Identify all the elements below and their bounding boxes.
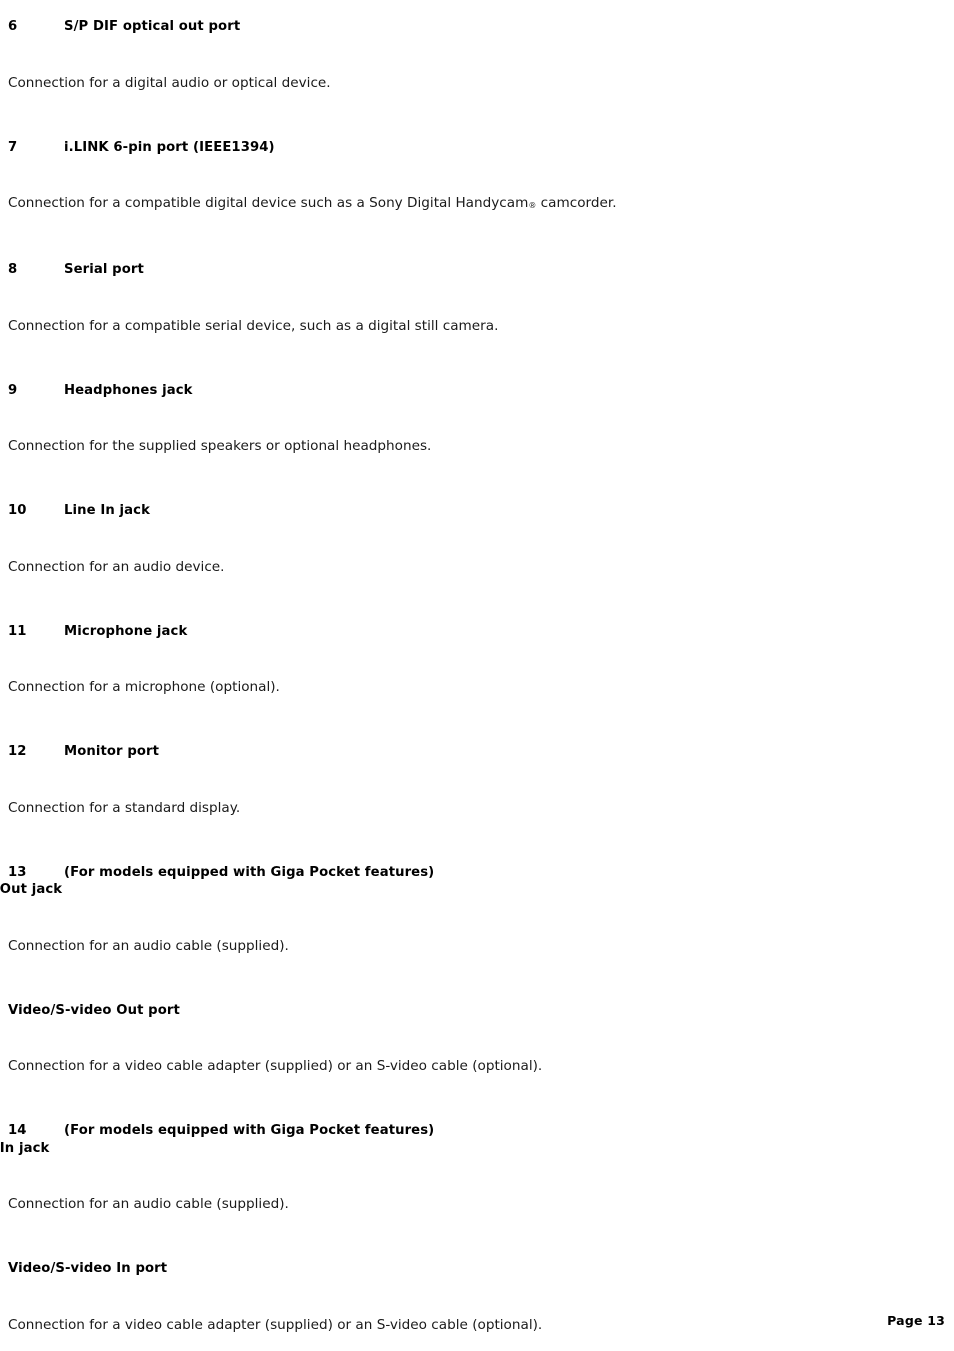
entry-description: Connection for a digital audio or optica…	[8, 74, 331, 91]
sub-heading: Video/S-video In port	[8, 1261, 168, 1276]
entry-title: Serial port	[64, 262, 144, 277]
entry-number: 10	[8, 503, 27, 518]
entry-title: (For models equipped with Giga Pocket fe…	[64, 864, 435, 880]
entry-title: (For models equipped with Giga Pocket fe…	[64, 1123, 435, 1138]
entry-heading: 7 i.LINK 6-pin port (IEEE1394)	[8, 139, 918, 157]
entry-number: 11	[8, 623, 27, 639]
description-text-tail: camcorder.	[536, 195, 617, 211]
entry-number: 13	[8, 864, 27, 880]
entry-title: i.LINK 6-pin port (IEEE1394)	[64, 139, 275, 155]
document-body: 6 S/P DIF optical out port Connection for…	[0, 18, 918, 1351]
entry-description: Connection for a microphone (optional).	[8, 679, 280, 695]
document-page: 6 S/P DIF optical out port Connection for…	[0, 0, 954, 1351]
entry-number: 8	[8, 262, 18, 277]
entry-title: S/P DIF optical out port	[64, 19, 241, 34]
entry-description: Connection for the supplied speakers or …	[8, 438, 432, 454]
description-text: Connection for a compatible digital devi…	[8, 195, 529, 211]
entry-number: 7	[8, 139, 18, 155]
registered-mark-icon: ®	[528, 201, 537, 210]
entry-number: 12	[8, 744, 27, 759]
entry-title: Headphones jack	[64, 382, 193, 398]
entry-number: 6	[8, 19, 18, 34]
entry-heading: 6 S/P DIF optical out port	[8, 18, 918, 36]
entry-title: Line In jack	[64, 503, 150, 518]
entry-description: Connection for a video cable adapter (su…	[8, 1058, 543, 1074]
entry-description: Connection for an audio cable (supplied)…	[8, 937, 289, 954]
entry-heading: 13 (For models equipped with Giga Pocket …	[0, 864, 918, 899]
entry-description: Connection for an audio cable (supplied)…	[8, 1196, 289, 1212]
entry-heading: 8 Serial port	[8, 261, 918, 279]
entry-number: 14	[8, 1123, 27, 1138]
entry-description: Connection for a compatible serial devic…	[8, 317, 499, 334]
entry-heading: 11 Microphone jack	[8, 623, 918, 641]
entry-heading: 10 Line In jack	[8, 502, 918, 520]
sub-heading: Video/S-video Out port	[8, 1002, 180, 1018]
entry-heading: 9 Headphones jack	[8, 382, 918, 400]
entry-description: Connection for a video cable adapter (su…	[8, 1316, 543, 1333]
entry-description: Connection for a standard display.	[8, 799, 241, 816]
page-footer: Page 13	[887, 1313, 945, 1328]
entry-title: Monitor port	[64, 744, 160, 759]
entry-description: Connection for a compatible digital devi…	[8, 194, 918, 214]
entry-title: Microphone jack	[64, 623, 188, 639]
entry-heading: 12 Monitor port	[8, 743, 918, 761]
entry-title-line2: Audio In jack	[0, 1140, 50, 1156]
entry-heading: 14 (For models equipped with Giga Pocket …	[0, 1122, 918, 1157]
entry-description: Connection for an audio device.	[8, 558, 225, 575]
entry-number: 9	[8, 382, 18, 398]
entry-title-line2: Audio Out jack	[0, 882, 63, 897]
